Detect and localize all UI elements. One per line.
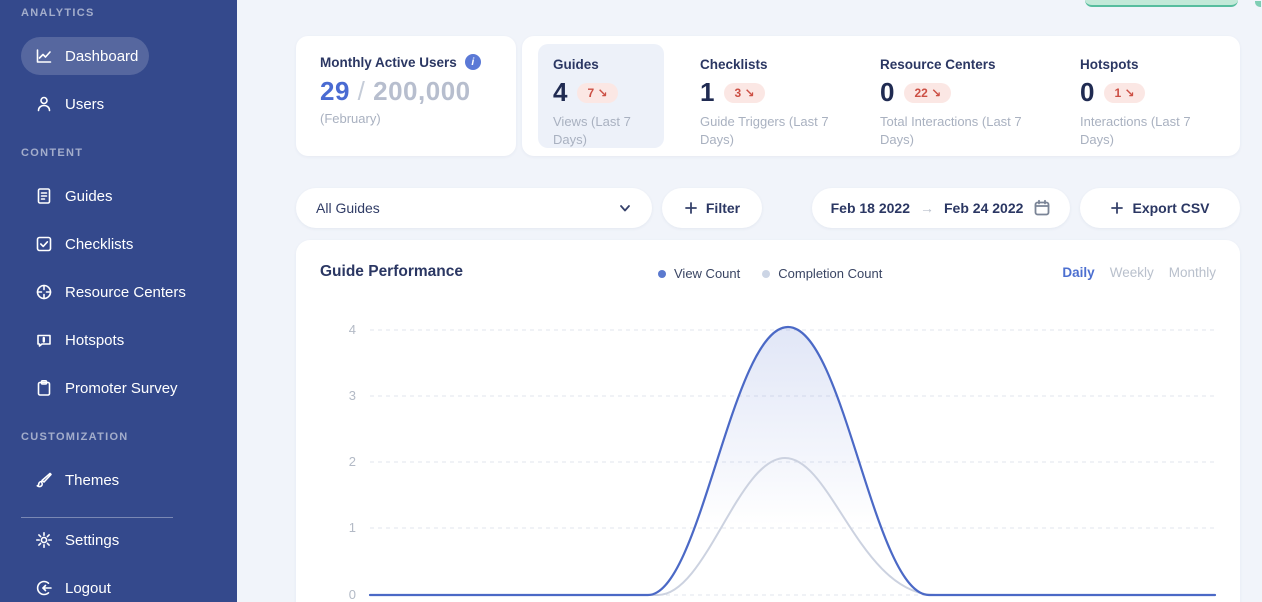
chart-line-icon — [35, 47, 53, 65]
sidebar-item-themes[interactable]: Themes — [21, 461, 133, 499]
sidebar-item-dashboard[interactable]: Dashboard — [21, 37, 149, 75]
calendar-icon — [1033, 199, 1051, 217]
export-csv-button[interactable]: Export CSV — [1080, 188, 1240, 228]
plus-icon — [1110, 201, 1124, 215]
sidebar-item-guides[interactable]: Guides — [21, 177, 127, 215]
date-range-picker[interactable]: Feb 18 2022 Feb 24 2022 — [812, 188, 1070, 228]
trend-badge: 7 ↘ — [577, 83, 617, 103]
sidebar-item-promoter-survey[interactable]: Promoter Survey — [21, 369, 192, 407]
sidebar-item-label: Settings — [65, 532, 119, 549]
mau-limit-value: 200,000 — [373, 76, 470, 106]
sidebar-section-analytics: ANALYTICS — [21, 7, 95, 19]
stat-subtitle: Interactions (Last 7 Days) — [1080, 113, 1220, 148]
sidebar-item-label: Themes — [65, 472, 119, 489]
stat-subtitle: Views (Last 7 Days) — [553, 113, 648, 148]
guide-performance-card: Guide Performance View Count Completion … — [296, 240, 1240, 602]
chevron-down-icon — [618, 201, 632, 215]
sidebar-item-logout[interactable]: Logout — [21, 569, 125, 602]
stat-title: Resource Centers — [880, 57, 1055, 72]
checkbox-icon — [35, 235, 53, 253]
view-count-area — [370, 327, 1215, 595]
sidebar-item-label: Guides — [65, 188, 113, 205]
stat-tile-checklists[interactable]: Checklists 1 3 ↘ Guide Triggers (Last 7 … — [700, 57, 855, 148]
sidebar-section-customization: CUSTOMIZATION — [21, 431, 129, 443]
guide-banner-remnant — [1085, 0, 1238, 7]
mau-current-value: 29 — [320, 76, 350, 106]
paintbrush-icon — [35, 471, 53, 489]
performance-chart: 4 3 2 1 0 — [296, 240, 1240, 602]
stat-value: 1 — [700, 77, 714, 108]
banner-close-remnant — [1255, 1, 1261, 7]
stat-title: Guides — [553, 57, 664, 72]
sidebar-item-resource-centers[interactable]: Resource Centers — [21, 273, 200, 311]
date-end: Feb 24 2022 — [944, 200, 1023, 216]
document-icon — [35, 187, 53, 205]
stat-value: 0 — [880, 77, 894, 108]
filter-button-label: Filter — [706, 200, 740, 216]
sidebar-item-label: Resource Centers — [65, 284, 186, 301]
filter-button[interactable]: Filter — [662, 188, 762, 228]
mau-separator: / — [358, 76, 366, 106]
stat-value: 0 — [1080, 77, 1094, 108]
sidebar-item-label: Dashboard — [65, 48, 138, 65]
info-icon[interactable] — [465, 54, 481, 70]
sidebar-item-settings[interactable]: Settings — [21, 521, 133, 559]
clipboard-icon — [35, 379, 53, 397]
sidebar-item-checklists[interactable]: Checklists — [21, 225, 147, 263]
stats-tiles-card: Guides 4 7 ↘ Views (Last 7 Days) Checkli… — [522, 36, 1240, 156]
stat-subtitle: Total Interactions (Last 7 Days) — [880, 113, 1055, 148]
mau-card: Monthly Active Users 29 / 200,000 (Febru… — [296, 36, 516, 156]
stat-tile-hotspots[interactable]: Hotspots 0 1 ↘ Interactions (Last 7 Days… — [1080, 57, 1220, 148]
date-start: Feb 18 2022 — [831, 200, 910, 216]
guide-select-value: All Guides — [316, 200, 380, 216]
sidebar-item-label: Hotspots — [65, 332, 124, 349]
trend-badge: 1 ↘ — [1104, 83, 1144, 103]
trend-badge: 22 ↘ — [904, 83, 951, 103]
y-tick-label: 1 — [349, 520, 356, 535]
y-tick-label: 4 — [349, 322, 356, 337]
user-icon — [35, 95, 53, 113]
mau-period: (February) — [320, 111, 516, 126]
sidebar-section-content: CONTENT — [21, 147, 83, 159]
sidebar-item-users[interactable]: Users — [21, 85, 118, 123]
sidebar: ANALYTICS Dashboard Users CONTENT Guides… — [0, 0, 237, 602]
sidebar-item-label: Users — [65, 96, 104, 113]
stat-subtitle: Guide Triggers (Last 7 Days) — [700, 113, 855, 148]
guide-select-dropdown[interactable]: All Guides — [296, 188, 652, 228]
sidebar-divider — [21, 517, 173, 518]
sidebar-item-hotspots[interactable]: Hotspots — [21, 321, 138, 359]
stat-title: Hotspots — [1080, 57, 1220, 72]
y-tick-label: 3 — [349, 388, 356, 403]
life-buoy-icon — [35, 283, 53, 301]
trend-badge: 3 ↘ — [724, 83, 764, 103]
stat-tile-guides[interactable]: Guides 4 7 ↘ Views (Last 7 Days) — [538, 44, 664, 148]
mau-title: Monthly Active Users — [320, 55, 457, 70]
export-csv-label: Export CSV — [1132, 200, 1209, 216]
stat-value: 4 — [553, 77, 567, 108]
logout-icon — [35, 579, 53, 597]
stat-title: Checklists — [700, 57, 855, 72]
sidebar-item-label: Logout — [65, 580, 111, 597]
gear-icon — [35, 531, 53, 549]
stat-tile-resource-centers[interactable]: Resource Centers 0 22 ↘ Total Interactio… — [880, 57, 1055, 148]
y-tick-label: 2 — [349, 454, 356, 469]
y-tick-label: 0 — [349, 587, 356, 602]
sidebar-item-label: Promoter Survey — [65, 380, 178, 397]
sidebar-item-label: Checklists — [65, 236, 133, 253]
arrow-right-icon — [920, 200, 934, 216]
plus-icon — [684, 201, 698, 215]
tooltip-icon — [35, 331, 53, 349]
